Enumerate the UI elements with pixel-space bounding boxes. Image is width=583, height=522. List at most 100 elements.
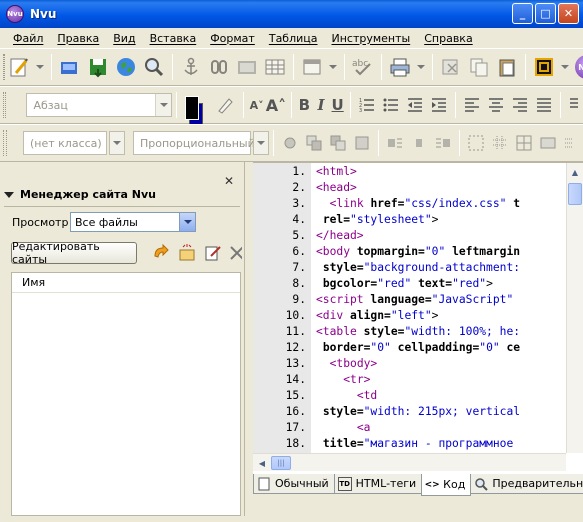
font-select[interactable]: Пропорциональный	[133, 131, 255, 155]
menu-table[interactable]: Таблица	[262, 32, 325, 45]
code-line[interactable]: 8. bgcolor="red" text="red">	[253, 277, 493, 293]
vertical-scroll-thumb[interactable]	[568, 183, 582, 205]
open-icon[interactable]	[58, 55, 82, 79]
delete-icon[interactable]	[228, 244, 242, 262]
layer-back-icon[interactable]	[352, 131, 372, 155]
code-line[interactable]: 4. rel="stylesheet">	[253, 213, 438, 229]
bold-icon[interactable]: B	[297, 94, 312, 116]
code-line[interactable]: 18. title="магазин - программное	[253, 437, 514, 453]
menu-help[interactable]: Справка	[417, 32, 479, 45]
code-line[interactable]: 9. <script language="JavaScript"	[253, 293, 513, 309]
menu-view[interactable]: Вид	[106, 32, 142, 45]
browse-magnifier-icon[interactable]	[142, 55, 166, 79]
italic-icon[interactable]: I	[314, 94, 329, 116]
more-style-icon[interactable]	[562, 131, 576, 155]
code-line[interactable]: 11. <table style="width: 100%; he:	[253, 325, 520, 341]
spell-check-icon[interactable]: abc	[351, 55, 375, 79]
highlight-icon[interactable]	[213, 93, 237, 117]
panel-splitter[interactable]	[244, 162, 253, 516]
menu-format[interactable]: Формат	[203, 32, 262, 45]
table-border-icon[interactable]	[514, 131, 534, 155]
close-panel-icon[interactable]: ✕	[224, 174, 234, 188]
code-line[interactable]: 14. <tr>	[253, 373, 371, 389]
new-dropdown-icon[interactable]	[35, 55, 45, 79]
outdent-icon[interactable]	[405, 93, 425, 117]
toolbar-grip[interactable]	[3, 92, 7, 118]
anchor-icon[interactable]	[179, 55, 203, 79]
scroll-up-icon[interactable]: ▲	[568, 165, 582, 179]
image-icon[interactable]	[235, 55, 259, 79]
print-dropdown-icon[interactable]	[416, 55, 426, 79]
edit-sites-button[interactable]: Редактировать сайты	[11, 240, 137, 266]
code-line[interactable]: 16. style="width: 215px; vertical	[253, 405, 520, 421]
bullet-list-icon[interactable]	[381, 93, 401, 117]
class-dropdown-button[interactable]	[109, 131, 125, 155]
css-style-icon[interactable]	[280, 131, 300, 155]
copy-icon[interactable]	[467, 55, 491, 79]
extension-dropdown-icon[interactable]	[560, 55, 570, 79]
paste-icon[interactable]	[495, 55, 519, 79]
link-icon[interactable]	[207, 55, 231, 79]
align-left-icon[interactable]	[462, 93, 482, 117]
code-line[interactable]: 10. <div align="left">	[253, 309, 439, 325]
publish-globe-icon[interactable]	[114, 55, 138, 79]
toolbar-grip[interactable]	[3, 54, 5, 80]
vertical-scrollbar[interactable]: ▲	[566, 163, 583, 453]
indent-icon[interactable]	[429, 93, 449, 117]
code-line[interactable]: 13. <tbody>	[253, 357, 378, 373]
form-icon[interactable]	[300, 55, 324, 79]
align-center-icon[interactable]	[486, 93, 506, 117]
box-align-center-icon[interactable]	[409, 131, 429, 155]
menu-edit[interactable]: Правка	[50, 32, 106, 45]
layer-icon[interactable]	[304, 131, 324, 155]
code-line[interactable]: 5. </head>	[253, 229, 363, 245]
menu-tools[interactable]: Инструменты	[325, 32, 418, 45]
paragraph-format-select[interactable]: Абзац	[26, 93, 173, 117]
align-right-icon[interactable]	[510, 93, 530, 117]
maximize-button[interactable]: □	[535, 3, 556, 24]
code-line[interactable]: 15. <td	[253, 389, 378, 405]
box-align-left-icon[interactable]	[385, 131, 405, 155]
code-line[interactable]: 7. style="background-attachment:	[253, 261, 520, 277]
code-line[interactable]: 2. <head>	[253, 181, 356, 197]
menu-file[interactable]: Файл	[6, 32, 50, 45]
edit-page-icon[interactable]	[204, 244, 222, 262]
tab-source[interactable]: <> Код	[421, 474, 472, 496]
underline-icon[interactable]: U	[330, 94, 345, 116]
toolbar-grip[interactable]	[3, 130, 7, 156]
close-button[interactable]: ✕	[558, 3, 579, 24]
box-align-right-icon[interactable]	[433, 131, 453, 155]
table-icon[interactable]	[263, 55, 287, 79]
chevron-down-icon[interactable]	[155, 94, 172, 116]
code-line[interactable]: 17. <a	[253, 421, 371, 437]
dotted-border-icon[interactable]	[466, 131, 486, 155]
new-page-icon[interactable]	[7, 55, 31, 79]
code-line[interactable]: 3. <link href="css/index.css" t	[253, 197, 520, 213]
font-dropdown-button[interactable]	[253, 131, 269, 155]
menu-insert[interactable]: Вставка	[143, 32, 204, 45]
new-folder-icon[interactable]	[178, 244, 196, 262]
tab-html-tags[interactable]: TD HTML-теги	[333, 474, 423, 494]
align-justify-icon[interactable]	[534, 93, 554, 117]
form-dropdown-icon[interactable]	[328, 55, 338, 79]
horizontal-scroll-thumb[interactable]: |||	[271, 456, 291, 470]
extension-icon[interactable]	[532, 55, 556, 79]
class-select[interactable]: (нет класса)	[23, 131, 107, 155]
code-line[interactable]: 6. <body topmargin="0" leftmargin	[253, 245, 520, 261]
code-line[interactable]: 1. <html>	[253, 165, 356, 181]
table-cells-icon[interactable]	[538, 131, 558, 155]
chevron-down-icon[interactable]	[179, 213, 195, 231]
text-color-icon[interactable]	[183, 93, 209, 125]
scroll-left-icon[interactable]: ◀	[255, 456, 269, 470]
tab-normal[interactable]: Обычный	[253, 474, 335, 494]
code-line[interactable]: 12. border="0" cellpadding="0" ce	[253, 341, 521, 357]
font-larger-icon[interactable]: A˄	[266, 94, 286, 116]
site-manager-header[interactable]: Менеджер сайта Nvu	[4, 188, 156, 201]
print-icon[interactable]	[388, 55, 412, 79]
column-header-name[interactable]: Имя	[12, 273, 240, 293]
horizontal-scrollbar[interactable]: ◀ |||	[253, 453, 566, 471]
font-smaller-icon[interactable]: A˅	[249, 94, 264, 116]
numbered-list-icon[interactable]: 123	[357, 93, 377, 117]
layer-front-icon[interactable]	[328, 131, 348, 155]
minimize-button[interactable]: _	[512, 3, 533, 24]
